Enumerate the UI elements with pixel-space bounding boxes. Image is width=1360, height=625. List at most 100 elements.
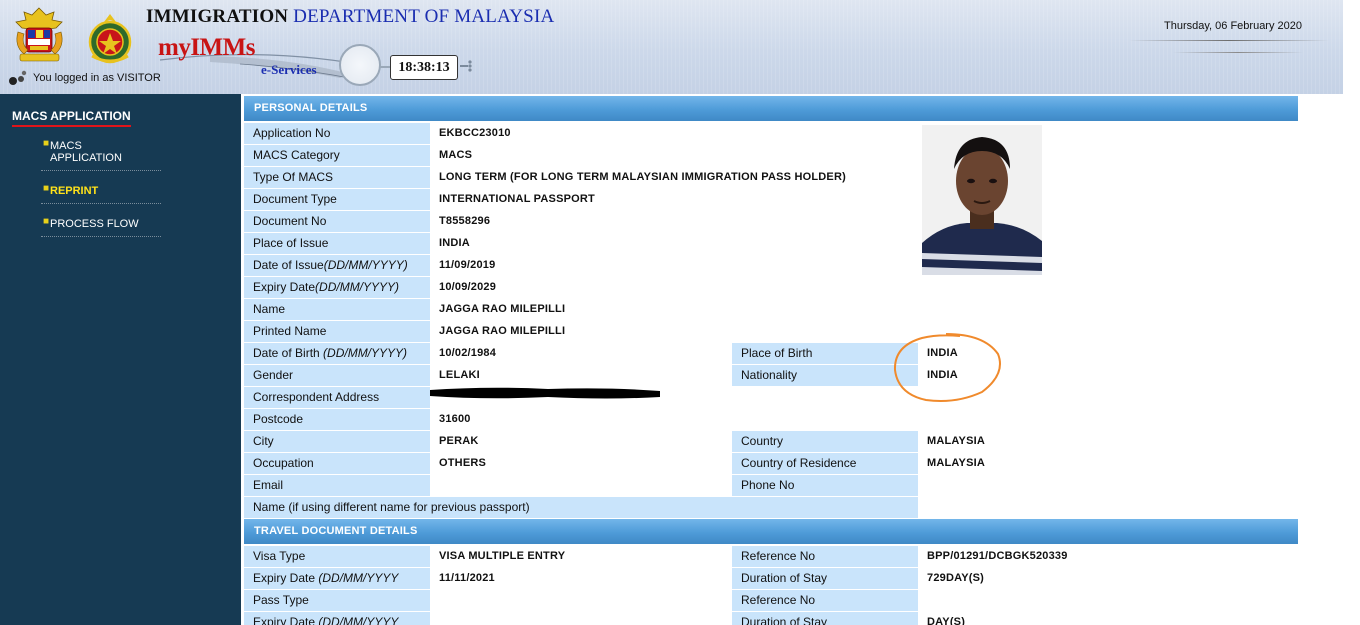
label-country-of-residence: Country of Residence — [732, 453, 918, 474]
label-previous-name: Name (if using different name for previo… — [244, 497, 918, 518]
label-date-of-birth: Date of Birth (DD/MM/YYYY) — [244, 343, 430, 364]
page-right-edge — [1343, 0, 1360, 625]
label-document-no: Document No — [244, 211, 430, 232]
row-document-type: Document Type INTERNATIONAL PASSPORT — [244, 189, 1298, 211]
address-redaction-mark — [430, 387, 660, 399]
label-visa-type: Visa Type — [244, 546, 430, 567]
label-place-of-issue: Place of Issue — [244, 233, 430, 254]
value-expiry-date: 10/09/2029 — [432, 277, 920, 298]
label-pass-reference-no: Reference No — [732, 590, 918, 611]
value-macs-category: MACS — [432, 145, 920, 166]
row-name: Name JAGGA RAO MILEPILLI — [244, 299, 1298, 321]
value-duration-of-stay: 729DAY(S) — [920, 568, 1298, 589]
annotation-circle — [893, 333, 1001, 402]
value-date-of-birth: 10/02/1984 — [432, 343, 730, 364]
value-pass-duration-of-stay: DAY(S) — [920, 612, 1298, 625]
sidebar: MACS APPLICATION ■ MACS APPLICATION ■ RE… — [0, 94, 241, 625]
current-date: Thursday, 06 February 2020 — [1164, 20, 1302, 32]
label-pass-type: Pass Type — [244, 590, 430, 611]
main-content: PERSONAL DETAILS Application No EKBCC230… — [241, 94, 1343, 625]
label-postcode: Postcode — [244, 409, 430, 430]
label-duration-of-stay: Duration of Stay — [732, 568, 918, 589]
label-name: Name — [244, 299, 430, 320]
label-expiry-date: Expiry Date(DD/MM/YYYY) — [244, 277, 430, 298]
label-pass-expiry-date: Expiry Date (DD/MM/YYYY — [244, 612, 430, 625]
value-place-of-issue: INDIA — [432, 233, 920, 254]
eservices-label: e-Services — [261, 62, 317, 77]
row-email: Email Phone No — [244, 475, 1298, 497]
brand-logo-text: myIMMs — [158, 34, 255, 61]
value-previous-name — [920, 497, 1298, 518]
section-header-travel: TRAVEL DOCUMENT DETAILS — [244, 519, 1298, 544]
value-occupation: OTHERS — [432, 453, 730, 474]
sidebar-item-macs-application[interactable]: ■ MACS APPLICATION — [41, 138, 161, 171]
row-pass-expiry: Expiry Date (DD/MM/YYYY Duration of Stay… — [244, 612, 1298, 625]
value-date-of-issue: 11/09/2019 — [432, 255, 920, 276]
users-icon — [9, 70, 27, 85]
value-pass-reference-no — [920, 590, 1298, 611]
value-printed-name: JAGGA RAO MILEPILLI — [432, 321, 1298, 342]
value-type-of-macs: LONG TERM (FOR LONG TERM MALAYSIAN IMMIG… — [432, 167, 920, 188]
value-city: PERAK — [432, 431, 730, 452]
bullet-icon: ■ — [43, 138, 50, 149]
row-date-of-birth: Date of Birth (DD/MM/YYYY) 10/02/1984 Pl… — [244, 343, 1298, 365]
row-correspondent-address: Correspondent Address — [244, 387, 1298, 409]
value-visa-expiry-date: 11/11/2021 — [432, 568, 730, 589]
label-macs-category: MACS Category — [244, 145, 430, 166]
label-city: City — [244, 431, 430, 452]
row-city: City PERAK Country MALAYSIA — [244, 431, 1298, 453]
row-previous-name: Name (if using different name for previo… — [244, 497, 1298, 519]
sidebar-item-process-flow[interactable]: ■ PROCESS FLOW — [41, 216, 161, 237]
value-reference-no: BPP/01291/DCBGK520339 — [920, 546, 1298, 567]
bullet-icon: ■ — [43, 216, 50, 227]
row-occupation: Occupation OTHERS Country of Residence M… — [244, 453, 1298, 475]
value-email — [432, 475, 730, 496]
label-application-no: Application No — [244, 123, 430, 144]
row-macs-category: MACS Category MACS — [244, 145, 1298, 167]
row-expiry-date: Expiry Date(DD/MM/YYYY) 10/09/2029 — [244, 277, 1298, 299]
app-header: IMMIGRATION DEPARTMENT OF MALAYSIA myIMM… — [0, 0, 1343, 94]
label-occupation: Occupation — [244, 453, 430, 474]
value-phone-no — [920, 475, 1298, 496]
label-country: Country — [732, 431, 918, 452]
row-application-no: Application No EKBCC23010 — [244, 123, 1298, 145]
label-gender: Gender — [244, 365, 430, 386]
label-reference-no: Reference No — [732, 546, 918, 567]
value-document-no: T8558296 — [432, 211, 920, 232]
value-country: MALAYSIA — [920, 431, 1298, 452]
value-postcode: 31600 — [432, 409, 1298, 430]
value-country-of-residence: MALAYSIA — [920, 453, 1298, 474]
row-pass-type: Pass Type Reference No — [244, 590, 1298, 612]
sidebar-item-reprint[interactable]: ■ REPRINT — [41, 183, 161, 204]
clock-connector — [380, 66, 390, 68]
label-printed-name: Printed Name — [244, 321, 430, 342]
row-visa-expiry: Expiry Date (DD/MM/YYYY 11/11/2021 Durat… — [244, 568, 1298, 590]
label-document-type: Document Type — [244, 189, 430, 210]
clock-dots-icon — [460, 60, 472, 72]
label-visa-expiry-date: Expiry Date (DD/MM/YYYY — [244, 568, 430, 589]
label-type-of-macs: Type Of MACS — [244, 167, 430, 188]
row-visa-type: Visa Type VISA MULTIPLE ENTRY Reference … — [244, 546, 1298, 568]
value-gender: LELAKI — [432, 365, 730, 386]
clock-display: 18:38:13 — [390, 55, 458, 80]
label-date-of-issue: Date of Issue(DD/MM/YYYY) — [244, 255, 430, 276]
row-printed-name: Printed Name JAGGA RAO MILEPILLI — [244, 321, 1298, 343]
row-date-of-issue: Date of Issue(DD/MM/YYYY) 11/09/2019 — [244, 255, 1298, 277]
value-visa-type: VISA MULTIPLE ENTRY — [432, 546, 730, 567]
section-header-personal: PERSONAL DETAILS — [244, 96, 1298, 121]
value-pass-type — [432, 590, 730, 611]
label-correspondent-address: Correspondent Address — [244, 387, 430, 408]
row-gender: Gender LELAKI Nationality INDIA — [244, 365, 1298, 387]
login-status: You logged in as VISITOR — [8, 70, 161, 86]
value-application-no: EKBCC23010 — [432, 123, 920, 144]
row-place-of-issue: Place of Issue INDIA — [244, 233, 1298, 255]
date-divider — [1129, 40, 1329, 41]
malaysia-coat-of-arms-icon — [15, 7, 63, 62]
row-postcode: Postcode 31600 — [244, 409, 1298, 431]
value-pass-expiry-date — [432, 612, 730, 625]
label-phone-no: Phone No — [732, 475, 918, 496]
value-document-type: INTERNATIONAL PASSPORT — [432, 189, 920, 210]
row-type-of-macs: Type Of MACS LONG TERM (FOR LONG TERM MA… — [244, 167, 1298, 189]
bullet-icon: ■ — [43, 183, 50, 194]
row-document-no: Document No T8558296 — [244, 211, 1298, 233]
